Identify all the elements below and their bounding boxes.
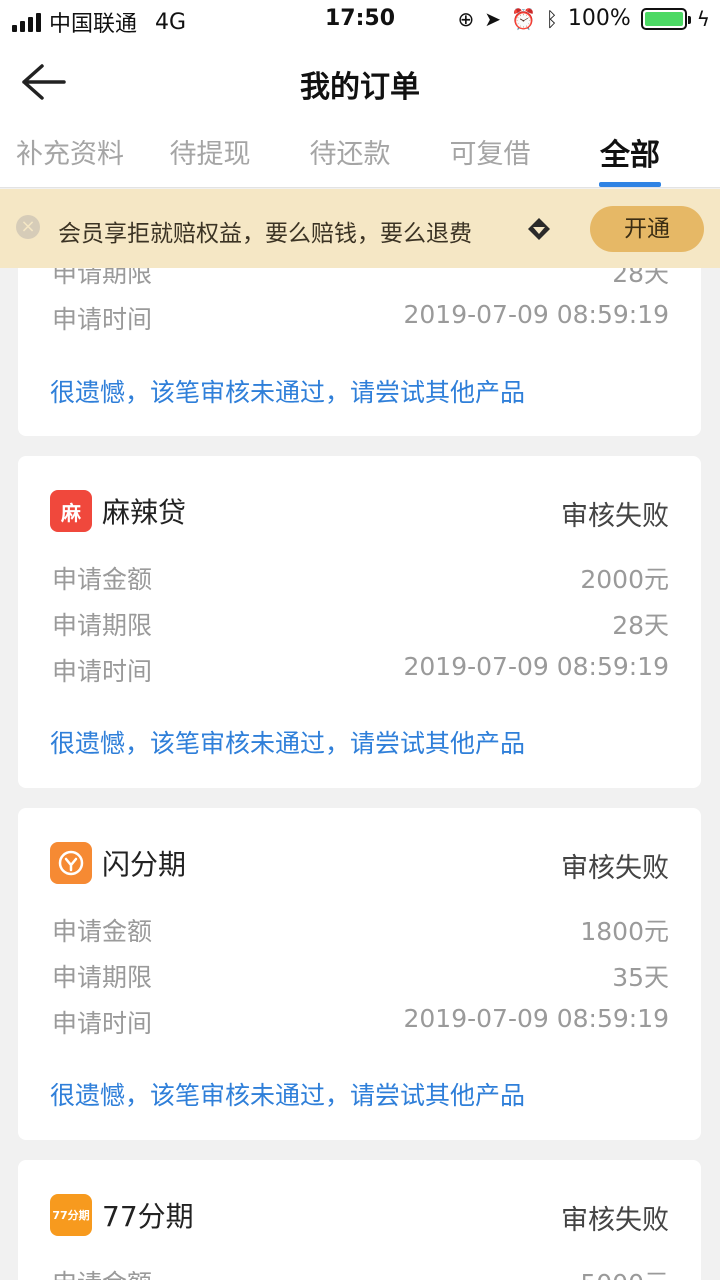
tab-reborrow[interactable]: 可复借 — [420, 120, 560, 187]
rejection-notice[interactable]: 很遗憾，该笔审核未通过，请尝试其他产品 — [50, 373, 525, 409]
banner-text: 会员享拒就赔权益，要么赔钱，要么退费 — [58, 221, 472, 247]
row-value: 2000元 — [580, 565, 669, 594]
product-name: 麻辣贷 — [102, 496, 187, 529]
order-card[interactable]: 77分期 77分期 审核失败 申请金额 5000元 — [18, 1160, 701, 1280]
order-row: 申请期限 35天 — [52, 958, 669, 992]
status-badge: 审核失败 — [561, 501, 669, 532]
row-label: 申请金额 — [52, 917, 153, 946]
close-icon[interactable]: × — [16, 215, 40, 239]
row-label: 申请期限 — [52, 611, 153, 640]
order-row: 申请金额 2000元 — [52, 560, 669, 594]
page-title: 我的订单 — [300, 70, 420, 105]
row-value: 5000元 — [580, 1264, 669, 1280]
order-card[interactable]: 麻 麻辣贷 审核失败 申请金额 2000元 申请期限 28天 申请时间 2019… — [18, 456, 701, 788]
status-bar: 中国联通 4G 17:50 ⊕ ➤ ⏰ ᛒ 100% ϟ — [0, 0, 720, 40]
order-tabs: 补充资料 待提现 待还款 可复借 全部 — [0, 120, 720, 188]
rejection-notice[interactable]: 很遗憾，该笔审核未通过，请尝试其他产品 — [50, 724, 525, 760]
order-row: 申请时间 2019-07-09 08:59:19 — [52, 1004, 669, 1038]
sparkle-logo-icon — [58, 850, 84, 876]
row-value: 2019-07-09 08:59:19 — [403, 300, 669, 329]
order-row: 申请期限 28天 — [52, 606, 669, 640]
order-row: 申请金额 5000元 — [52, 1264, 669, 1280]
row-value: 28天 — [612, 611, 669, 640]
row-value: 1800元 — [580, 917, 669, 946]
tab-pending-repay[interactable]: 待还款 — [280, 120, 420, 187]
orientation-lock-icon: ⊕ — [457, 6, 475, 31]
row-label: 申请金额 — [52, 565, 153, 594]
tab-all[interactable]: 全部 — [560, 120, 700, 187]
diamond-icon — [528, 218, 550, 240]
nav-bar: 我的订单 — [0, 40, 720, 120]
membership-banner: × 会员享拒就赔权益，要么赔钱，要么退费 开通 — [0, 189, 720, 268]
row-value: 35天 — [612, 963, 669, 992]
order-row: 申请金额 1800元 — [52, 912, 669, 946]
row-label: 申请期限 — [52, 963, 153, 992]
activate-button[interactable]: 开通 — [590, 206, 704, 252]
status-badge: 审核失败 — [561, 1205, 669, 1236]
bluetooth-icon: ᛒ — [545, 6, 558, 31]
tab-pending-withdraw[interactable]: 待提现 — [140, 120, 280, 187]
status-badge: 审核失败 — [561, 853, 669, 884]
location-icon: ➤ — [484, 6, 501, 31]
tab-supplement[interactable]: 补充资料 — [0, 120, 140, 187]
row-label: 申请时间 — [52, 305, 153, 334]
product-logo-icon: 77分期 — [50, 1194, 92, 1236]
row-label: 申请时间 — [52, 657, 153, 686]
row-value: 2019-07-09 08:59:19 — [403, 652, 669, 681]
product-logo-icon: 麻 — [50, 490, 92, 532]
order-card[interactable]: 闪分期 审核失败 申请金额 1800元 申请期限 35天 申请时间 2019-0… — [18, 808, 701, 1140]
rejection-notice[interactable]: 很遗憾，该笔审核未通过，请尝试其他产品 — [50, 1076, 525, 1112]
product-header: 77分期 77分期 — [50, 1194, 194, 1236]
row-value: 2019-07-09 08:59:19 — [403, 1004, 669, 1033]
alarm-icon: ⏰ — [510, 6, 536, 31]
order-row: 申请时间 2019-07-09 08:59:19 — [52, 652, 669, 686]
product-header: 麻 麻辣贷 — [50, 490, 186, 532]
product-logo-icon — [50, 842, 92, 884]
battery-percent: 100% — [567, 6, 631, 31]
row-label: 申请金额 — [52, 1264, 152, 1280]
product-name: 闪分期 — [102, 848, 187, 881]
status-right: ⊕ ➤ ⏰ ᛒ 100% ϟ — [457, 6, 710, 31]
product-name: 77分期 — [102, 1200, 194, 1233]
battery-icon — [640, 7, 691, 30]
row-label: 申请时间 — [52, 1009, 153, 1038]
charging-icon: ϟ — [696, 6, 710, 31]
product-header: 闪分期 — [50, 842, 186, 884]
order-row: 申请时间 2019-07-09 08:59:19 — [52, 300, 669, 334]
